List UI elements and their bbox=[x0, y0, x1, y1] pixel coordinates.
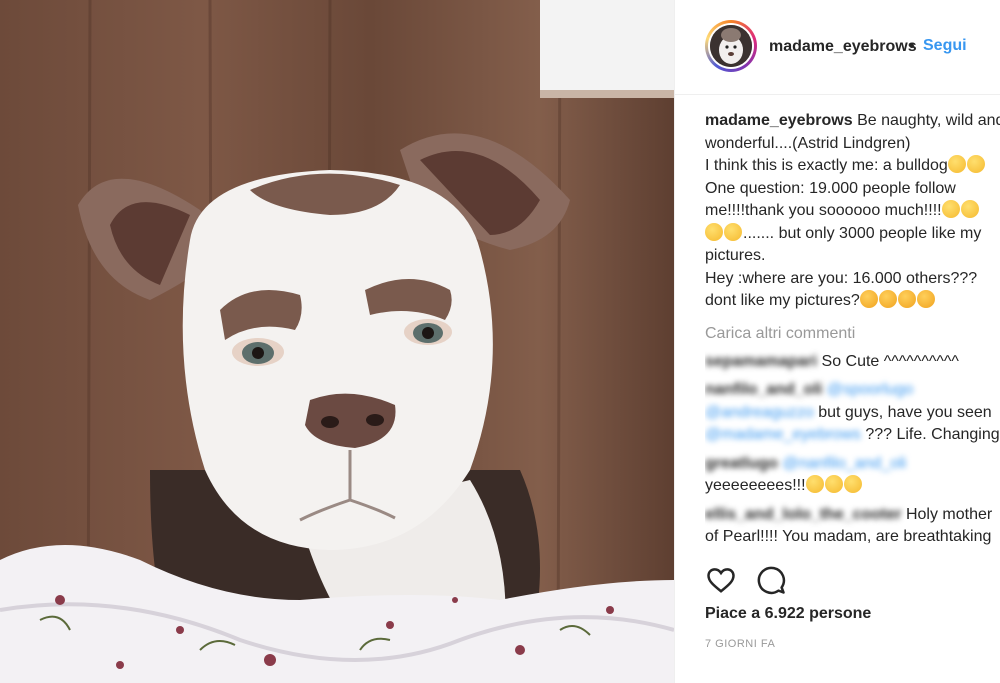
load-more-comments[interactable]: Carica altri commenti bbox=[705, 323, 1000, 345]
comment: nanfilo_and_oli @spoorlugo @andreaguzzo … bbox=[705, 379, 1000, 447]
comment: sepamamapari So Cute ^^^^^^^^^^ bbox=[705, 351, 1000, 374]
header-username[interactable]: madame_eyebrows bbox=[769, 38, 917, 56]
follow-button[interactable]: Segui bbox=[923, 37, 967, 55]
caption-username[interactable]: madame_eyebrows bbox=[705, 112, 853, 129]
comment: ellis_and_lolo_the_cooter Holy mother of… bbox=[705, 504, 1000, 549]
comment-mention[interactable]: @madame_eyebrows bbox=[705, 426, 861, 443]
avatar[interactable] bbox=[705, 20, 757, 72]
comment-mention[interactable]: @spoorlugo bbox=[827, 381, 914, 398]
comment-mention[interactable]: @nanfilo_and_oli bbox=[782, 455, 906, 472]
avatar-image bbox=[710, 25, 752, 67]
comment-text: but guys, have you seen bbox=[818, 403, 992, 421]
comment-text: yeeeeeeees!!! bbox=[705, 477, 806, 494]
comment-username[interactable]: sepamamapari bbox=[705, 353, 817, 370]
comment-text: So Cute ^^^^^^^^^^ bbox=[821, 352, 959, 370]
caption: madame_eyebrows Be naughty, wild and won… bbox=[705, 110, 1000, 313]
persevering-emoji-icon bbox=[878, 290, 897, 308]
comment-mention[interactable]: @andreaguzzo bbox=[705, 404, 814, 421]
caption-line: ....... but only 3000 people like my bbox=[743, 224, 982, 242]
dog-illustration bbox=[0, 0, 674, 683]
comment-username[interactable]: nanfilo_and_oli bbox=[705, 381, 822, 398]
persevering-emoji-icon bbox=[916, 290, 935, 308]
comment-text: ??? Life. Changing. bbox=[865, 426, 1000, 443]
comments-list[interactable]: madame_eyebrows Be naughty, wild and won… bbox=[705, 110, 1000, 555]
caption-line: me!!!!thank you soooooo much!!!! bbox=[705, 202, 942, 219]
joy-emoji-icon bbox=[843, 475, 862, 493]
caption-line: I think this is exactly me: a bulldog bbox=[705, 157, 948, 174]
caption-line: Hey :where are you: 16.000 others??? bbox=[705, 269, 978, 287]
post-details-panel: madame_eyebrows • Segui madame_eyebrows … bbox=[674, 0, 1000, 683]
smile-emoji-icon bbox=[966, 155, 985, 173]
kiss-emoji-icon bbox=[941, 200, 960, 218]
heart-icon[interactable] bbox=[705, 565, 737, 595]
post-photo[interactable] bbox=[0, 0, 674, 683]
caption-line: wonderful....(Astrid Lindgren) bbox=[705, 134, 911, 152]
smile-emoji-icon bbox=[947, 155, 966, 173]
shush-emoji-icon bbox=[805, 475, 824, 493]
comment-username[interactable]: ellis_and_lolo_the_cooter bbox=[705, 506, 902, 523]
caption-line: pictures. bbox=[705, 247, 766, 264]
persevering-emoji-icon bbox=[859, 290, 878, 308]
caption-line: dont like my pictures? bbox=[705, 292, 860, 309]
comment-username[interactable]: greatlugo bbox=[705, 455, 778, 472]
comment-text: of Pearl!!!! You madam, are breathtaking bbox=[705, 528, 992, 545]
header-separator: • bbox=[909, 38, 915, 55]
kiss-emoji-icon bbox=[705, 222, 723, 241]
laugh-emoji-icon bbox=[824, 475, 843, 493]
kiss-emoji-icon bbox=[960, 200, 979, 218]
kiss-emoji-icon bbox=[724, 222, 742, 241]
post-timestamp[interactable]: 7 GIORNI FA bbox=[705, 638, 775, 650]
comment-icon[interactable] bbox=[755, 565, 787, 595]
post-header: madame_eyebrows • Segui bbox=[675, 0, 1000, 95]
comment-text: Holy mother bbox=[905, 505, 993, 523]
likes-count[interactable]: Piace a 6.922 persone bbox=[705, 605, 871, 623]
caption-line: Be naughty, wild and bbox=[857, 112, 1000, 129]
comment: greatlugo @nanfilo_and_oli yeeeeeeees!!! bbox=[705, 453, 1000, 498]
avatar-ring-gap bbox=[708, 23, 754, 69]
avatar-dog-icon bbox=[710, 25, 752, 67]
caption-line: One question: 19.000 people follow bbox=[705, 179, 956, 197]
persevering-emoji-icon bbox=[897, 290, 916, 308]
